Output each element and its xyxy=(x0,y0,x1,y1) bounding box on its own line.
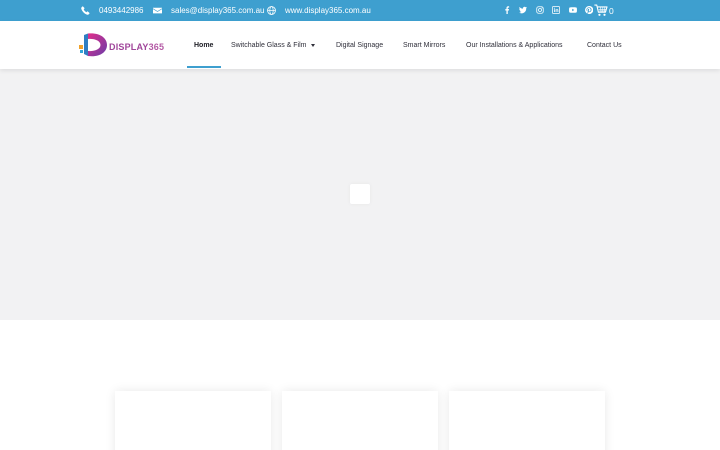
nav-smart-mirrors[interactable]: Smart Mirrors xyxy=(403,21,445,69)
youtube-icon[interactable] xyxy=(568,5,578,15)
feature-card xyxy=(449,391,605,450)
site-header: DISPLAY365 Home Switchable Glass & Film … xyxy=(0,21,720,69)
feature-card xyxy=(282,391,438,450)
phone-icon xyxy=(80,6,90,16)
feature-card xyxy=(115,391,271,450)
nav-switchable-glass-film-label: Switchable Glass & Film xyxy=(231,41,307,49)
linkedin-icon[interactable] xyxy=(551,5,561,15)
nav-digital-signage[interactable]: Digital Signage xyxy=(336,21,383,69)
globe-icon xyxy=(266,6,276,16)
logo-number: 365 xyxy=(148,42,165,52)
facebook-icon[interactable] xyxy=(502,5,512,15)
instagram-icon[interactable] xyxy=(535,5,545,15)
cart-count[interactable]: 0 xyxy=(609,0,614,21)
cart-icon[interactable] xyxy=(594,4,608,17)
logo-word: DISPLAY xyxy=(109,42,149,52)
phone-number: 0493442986 xyxy=(99,6,144,15)
nav-installations-applications[interactable]: Our Installations & Applications xyxy=(466,21,563,69)
twitter-icon[interactable] xyxy=(518,5,528,15)
logo-text[interactable]: DISPLAY365 xyxy=(109,42,164,52)
email-address: sales@display365.com.au xyxy=(171,6,265,15)
nav-contact-us[interactable]: Contact Us xyxy=(587,21,622,69)
envelope-icon xyxy=(152,6,162,16)
nav-switchable-glass-film[interactable]: Switchable Glass & Film xyxy=(231,21,316,69)
top-bar: 0493442986 sales@display365.com.au www.d… xyxy=(0,0,720,21)
email-contact[interactable]: sales@display365.com.au xyxy=(152,0,265,21)
nav-home[interactable]: Home xyxy=(194,21,213,69)
website-contact[interactable]: www.display365.com.au xyxy=(266,0,371,21)
phone-contact[interactable]: 0493442986 xyxy=(80,0,144,21)
website-url: www.display365.com.au xyxy=(285,6,371,15)
caret-down-icon xyxy=(311,43,316,47)
active-nav-indicator xyxy=(187,66,221,68)
logo-mark-icon xyxy=(79,33,107,57)
loading-placeholder xyxy=(350,184,370,204)
pinterest-icon[interactable] xyxy=(584,5,594,15)
